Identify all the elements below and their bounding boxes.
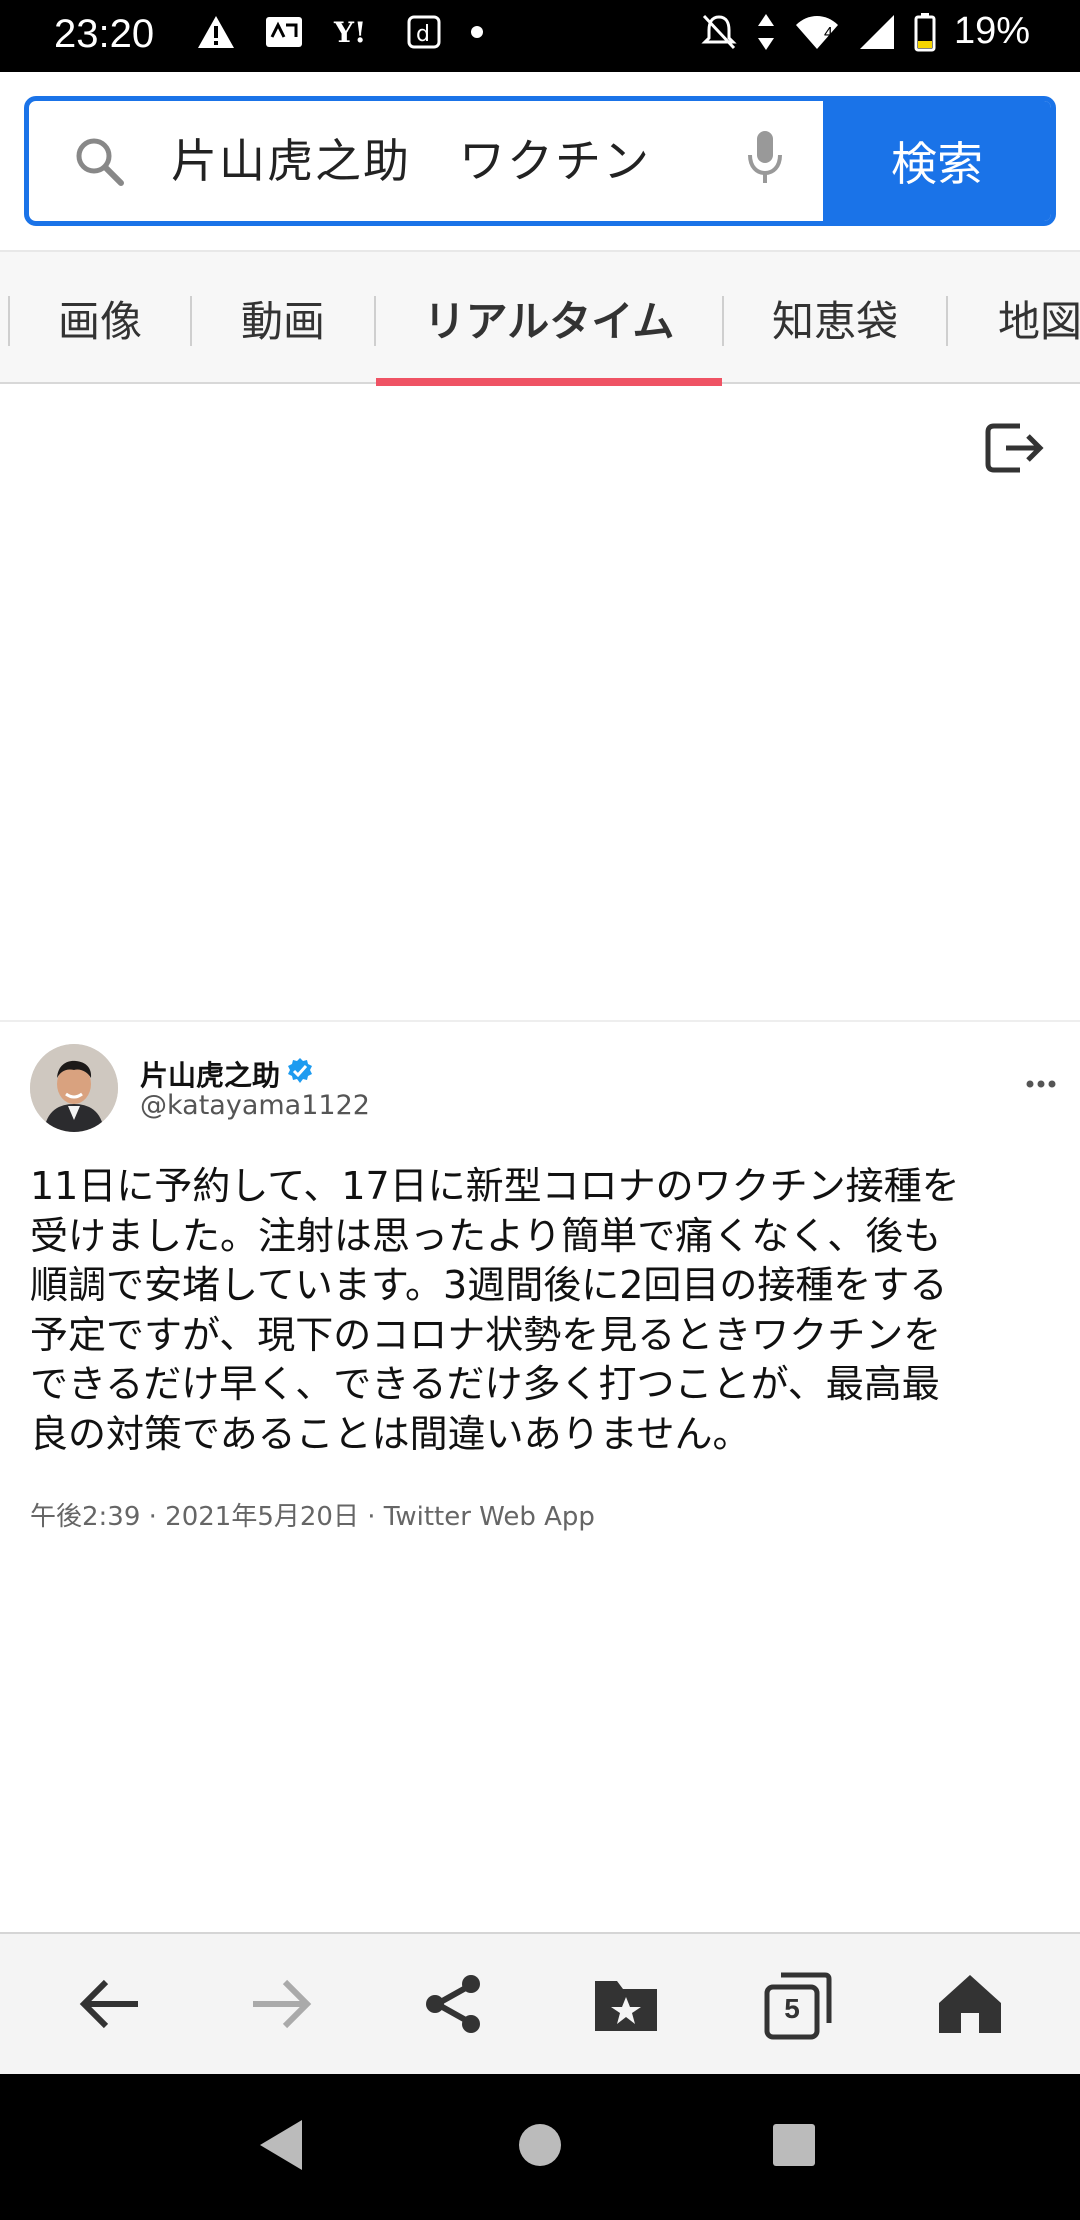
tweet-text-line: 良の対策であることは間違いありません。 <box>30 1411 751 1456</box>
tab-realtime[interactable]: リアルタイム <box>376 252 722 386</box>
warning-icon <box>196 14 236 50</box>
browser-toolbar: 5 <box>0 1932 1080 2074</box>
search-icon <box>73 135 125 191</box>
wifi-icon: 4 <box>794 13 840 51</box>
tab-images[interactable]: 画像 <box>10 252 190 384</box>
bookmarks-button[interactable] <box>584 1964 668 2048</box>
nav-back-button[interactable] <box>246 2112 316 2182</box>
search-input[interactable] <box>171 123 731 193</box>
tweet-text: 11日に予約して、17日に新型コロナのワクチン接種を 受けました。注射は思ったよ… <box>30 1162 1060 1459</box>
display-name: 片山虎之助 <box>140 1059 281 1092</box>
tweet-text-line: 11日に予約して、17日に新型コロナのワクチン接種を <box>30 1164 960 1208</box>
home-icon <box>935 1971 1005 2041</box>
signal-icon <box>858 13 896 51</box>
search-area: 検索 <box>0 72 1080 250</box>
forward-button[interactable] <box>240 1964 324 2048</box>
content-divider <box>0 1020 1080 1022</box>
svg-text:d: d <box>416 22 430 47</box>
active-tab-indicator <box>376 378 722 386</box>
signal-badge: 4 <box>823 24 833 42</box>
nav-recents-button[interactable] <box>759 2112 829 2182</box>
search-button[interactable]: 検索 <box>823 101 1051 221</box>
yahoo-icon: Y! <box>332 15 378 49</box>
share-icon <box>421 1971 487 2041</box>
docomo-icon: d <box>406 14 442 50</box>
status-time: 23:20 <box>54 12 155 56</box>
tweet-timestamp[interactable]: 午後2:39 · 2021年5月20日 · Twitter Web App <box>30 1496 595 1533</box>
user-handle: @katayama1122 <box>140 1090 370 1121</box>
more-options-icon[interactable] <box>1026 1058 1056 1098</box>
mute-icon <box>700 12 738 52</box>
verified-badge-icon <box>286 1057 314 1092</box>
battery-icon <box>914 12 936 52</box>
tab-count: 5 <box>784 1993 800 2024</box>
dot-icon <box>470 25 484 39</box>
nav-home-button[interactable] <box>505 2112 575 2182</box>
data-arrows-icon <box>756 12 776 52</box>
user-name-row[interactable]: 片山虎之助 <box>140 1054 314 1094</box>
nav-home-icon <box>517 2122 563 2172</box>
tweet-text-line: 順調で安堵しています。3週間後に2回目の接種をする <box>30 1263 948 1307</box>
notification-icon <box>264 15 304 49</box>
tab-label: 動画 <box>240 296 325 346</box>
tweet-text-line: 予定ですが、現下のコロナ状勢を見るときワクチンを <box>30 1312 942 1357</box>
open-external-icon[interactable] <box>984 418 1044 482</box>
tab-label: 地図 <box>998 296 1080 346</box>
tabs-button[interactable]: 5 <box>756 1964 840 2048</box>
nav-back-icon <box>256 2118 306 2176</box>
system-navigation-bar <box>0 2074 1080 2220</box>
tab-map[interactable]: 地図 <box>948 252 1080 384</box>
share-button[interactable] <box>412 1964 496 2048</box>
tab-label: リアルタイム <box>423 296 675 346</box>
search-tabs: 画像 動画 リアルタイム 知恵袋 地図 <box>0 250 1080 386</box>
back-button[interactable] <box>67 1964 151 2048</box>
bookmark-folder-icon <box>591 1973 661 2039</box>
search-box: 検索 <box>24 96 1056 226</box>
home-button[interactable] <box>928 1964 1012 2048</box>
tab-chiebukuro[interactable]: 知恵袋 <box>724 252 946 384</box>
status-bar: 23:20 Y! d 4 19% <box>0 0 1080 72</box>
tweet-text-line: 受けました。注射は思ったより簡単で痛くなく、後も <box>30 1213 942 1258</box>
tab-label: 知恵袋 <box>771 296 898 346</box>
nav-recents-icon <box>771 2122 817 2172</box>
tabs-icon: 5 <box>763 1971 833 2041</box>
back-icon <box>76 1974 142 2038</box>
tab-label: 画像 <box>57 296 142 346</box>
tab-videos[interactable]: 動画 <box>192 252 374 384</box>
battery-percent: 19% <box>953 10 1030 52</box>
avatar[interactable] <box>30 1044 118 1132</box>
svg-text:Y!: Y! <box>333 16 366 49</box>
tweet-text-line: できるだけ早く、できるだけ多く打つことが、最高最 <box>30 1362 940 1406</box>
forward-icon <box>249 1974 315 2038</box>
microphone-icon[interactable] <box>745 129 785 191</box>
